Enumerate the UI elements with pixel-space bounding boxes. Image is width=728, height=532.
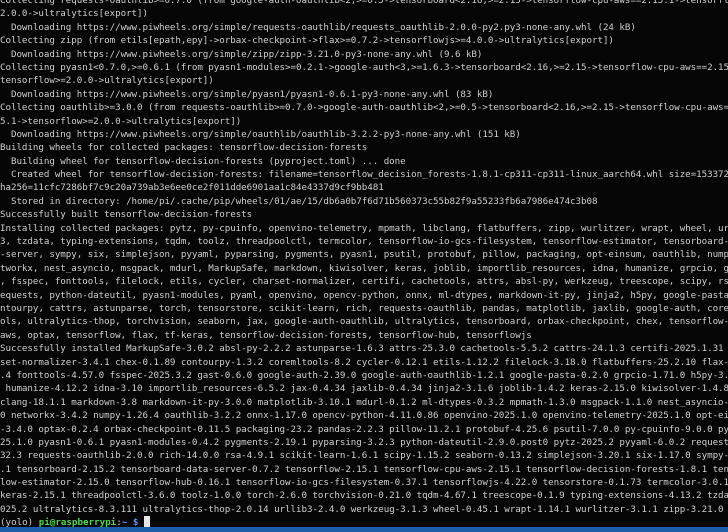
terminal-line: Collecting requests-oauthlib>=0.7.0 (fro…: [0, 0, 728, 6]
terminal-line: Installing collected packages: pytz, py-…: [0, 222, 728, 234]
terminal-line: keras-2.15.1 threadpoolctl-3.6.0 toolz-1…: [0, 490, 728, 502]
terminal-line: clang-18.1.1 markdown-3.8 markdown-it-py…: [0, 396, 728, 408]
bottom-taskbar-strip: [0, 527, 728, 532]
terminal-line: Downloading https://www.piwheels.org/sim…: [0, 21, 636, 33]
terminal-line: equests, python-dateutil, pyasn1-modules…: [0, 289, 728, 301]
terminal-line: ha256=11cfc7286bf7c9c20a739ab3e6ee0ce2f0…: [0, 182, 384, 194]
terminal-line: 5.1->tensorflow>=2.0.0->ultralytics[expo…: [0, 115, 242, 127]
terminal-line: Stored in directory: /home/pi/.cache/pip…: [0, 195, 598, 207]
terminal-line: 3, tzdata, typing-extensions, tqdm, tool…: [0, 236, 728, 248]
terminal-line: 2.0.0->ultralytics[export]): [0, 8, 148, 20]
terminal-line: 0 networkx-3.4.2 numpy-1.26.4 oauthlib-3…: [0, 410, 728, 422]
terminal-line: .4 fonttools-4.57.0 fsspec-2025.3.2 gast…: [0, 369, 728, 381]
terminal-line: Building wheel for tensorflow-decision-f…: [0, 155, 406, 167]
terminal-window[interactable]: Collecting requests-oauthlib>=0.7.0 (fro…: [0, 0, 728, 532]
terminal-line: Collecting oauthlib>=3.0.0 (from request…: [0, 102, 728, 114]
terminal-line: 32.3 requests-oauthlib-2.0.0 rich-14.0.0…: [0, 450, 728, 462]
terminal-line: tensorflow>=2.0.0->ultralytics[export]): [0, 75, 214, 87]
terminal-line: Successfully installed MarkupSafe-3.0.2 …: [0, 343, 728, 355]
terminal-line: Collecting pyasn1<0.7.0,>=0.6.1 (from py…: [0, 61, 728, 73]
terminal-line: Created wheel for tensorflow-decision-fo…: [0, 169, 728, 181]
terminal-line: Downloading https://www.piwheels.org/sim…: [0, 88, 494, 100]
terminal-line: ntourpy, cattrs, astunparse, torch, tens…: [0, 302, 728, 314]
terminal-line: -server, sympy, six, simplejson, pyyaml,…: [0, 249, 728, 261]
terminal-line: low-estimator-2.15.0 tensorflow-hub-0.16…: [0, 477, 728, 489]
terminal-line: ols, ultralytics-thop, torchvision, seab…: [0, 316, 728, 328]
terminal-line: , fsspec, fonttools, filelock, etils, cy…: [0, 276, 728, 288]
terminal-line: aws, optax, tensorflow, flax, tf-keras, …: [0, 329, 532, 341]
terminal-line: humanize-4.12.2 idna-3.10 importlib_reso…: [0, 383, 728, 395]
terminal-line: Downloading https://www.piwheels.org/sim…: [0, 128, 521, 140]
terminal-line: set-normalizer-3.4.1 chex-0.1.89 contour…: [0, 356, 728, 368]
terminal-line: 25.1.0 pyasn1-0.6.1 pyasn1-modules-0.4.2…: [0, 436, 728, 448]
terminal-line: Successfully built tensorflow-decision-f…: [0, 209, 253, 221]
terminal-line: Building wheels for collected packages: …: [0, 142, 368, 154]
terminal-line: .1 tensorboard-2.15.2 tensorboard-data-s…: [0, 463, 728, 475]
text-cursor: [143, 516, 150, 528]
terminal-line: -3.4.0 optax-0.2.4 orbax-checkpoint-0.11…: [0, 423, 728, 435]
terminal-line: Downloading https://www.piwheels.org/sim…: [0, 48, 483, 60]
terminal-output: Collecting requests-oauthlib>=0.7.0 (fro…: [0, 0, 728, 530]
terminal-line: Collecting zipp (from etils[epath,epy]->…: [0, 35, 614, 47]
terminal-line: 025.2 ultralytics-8.3.111 ultralytics-th…: [0, 503, 724, 515]
terminal-line: tworkx, nest_asyncio, msgpack, mdurl, Ma…: [0, 262, 728, 274]
